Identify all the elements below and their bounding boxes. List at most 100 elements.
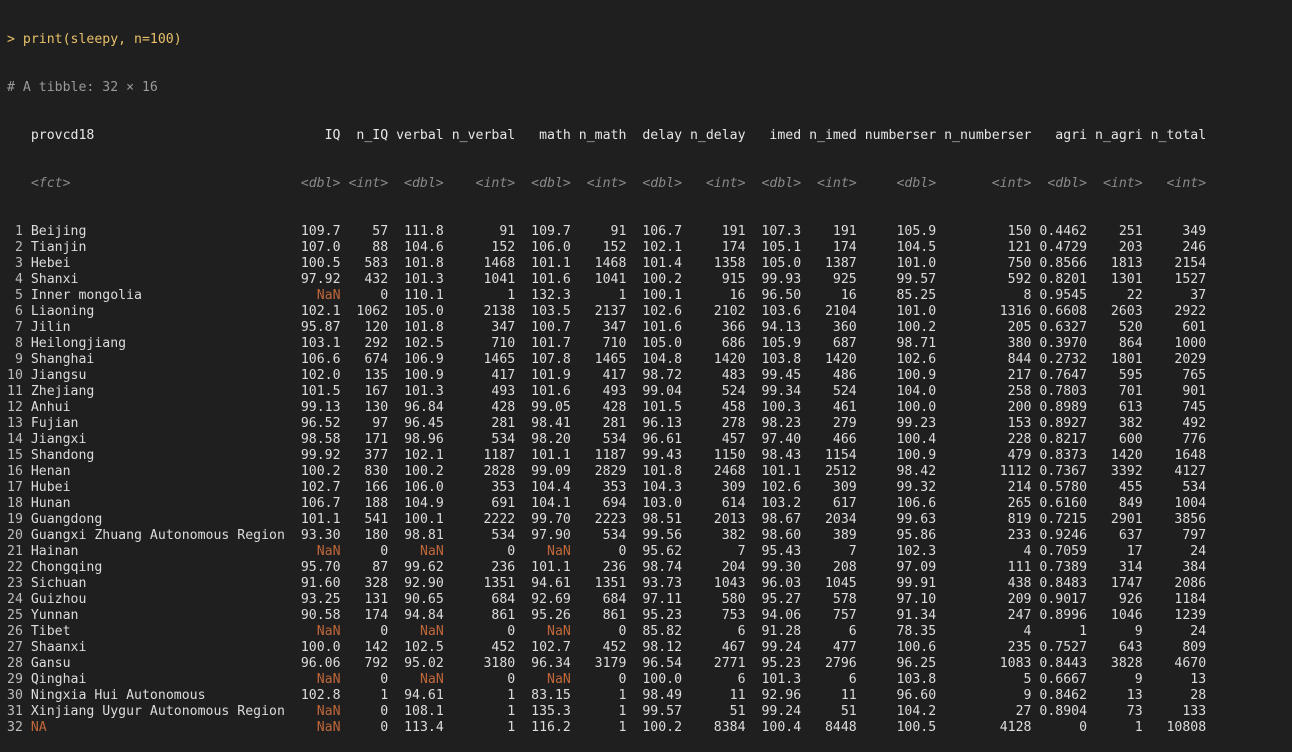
table-cell: 0.6608 (1039, 304, 1088, 319)
table-cell: 102.5 (396, 336, 444, 351)
table-cell: 99.56 (634, 528, 683, 543)
column-header: numberser (864, 128, 937, 143)
table-cell: 309 (689, 480, 746, 495)
table-cell: 96.06 (292, 656, 341, 671)
nan-cell: NaN (292, 720, 341, 735)
r-console-output[interactable]: > print(sleepy, n=100) # A tibble: 32 × … (0, 0, 1292, 752)
table-cell: 204 (689, 560, 746, 575)
table-row: 31 Xinjiang Uygur Autonomous Region NaN … (7, 704, 1292, 720)
table-cell: 100.9 (864, 448, 937, 463)
table-cell: 99.57 (864, 272, 937, 287)
table-cell: 107.0 (292, 240, 341, 255)
table-cell: 578 (809, 592, 857, 607)
table-cell: 0.5780 (1039, 480, 1088, 495)
table-cell: 0 (578, 672, 627, 687)
table-cell: 99.45 (753, 368, 802, 383)
table-cell: 2468 (689, 464, 746, 479)
table-cell: Heilongjiang (30, 336, 285, 351)
column-type: <int> (689, 176, 746, 191)
table-cell: 452 (451, 640, 516, 655)
table-cell: 1187 (578, 448, 627, 463)
table-row: 14 Jiangxi 98.58 171 98.96 534 98.20 534… (7, 432, 1292, 448)
table-cell: 1387 (809, 256, 857, 271)
table-cell: 101.0 (864, 304, 937, 319)
table-cell: 102.1 (634, 240, 683, 255)
table-cell: 96.50 (753, 288, 802, 303)
table-cell: 99.30 (753, 560, 802, 575)
nan-cell: NaN (523, 672, 571, 687)
table-cell: 100.0 (864, 400, 937, 415)
table-row: 16 Henan 100.2 830 100.2 2828 99.09 2829… (7, 464, 1292, 480)
table-cell: 844 (944, 352, 1032, 367)
row-number: 26 (7, 624, 23, 639)
table-cell: 13 (1150, 672, 1207, 687)
table-cell: Hainan (30, 544, 285, 559)
table-cell: 428 (451, 400, 516, 415)
table-cell: 200 (944, 400, 1032, 415)
table-cell: 153 (944, 416, 1032, 431)
table-cell: 0 (348, 704, 389, 719)
table-cell: 235 (944, 640, 1032, 655)
table-cell: 132.3 (523, 288, 571, 303)
nan-cell: NaN (396, 544, 444, 559)
row-number: 11 (7, 384, 23, 399)
table-row: 10 Jiangsu 102.0 135 100.9 417 101.9 417… (7, 368, 1292, 384)
table-cell: 1468 (451, 256, 516, 271)
table-cell: 710 (451, 336, 516, 351)
table-cell: 0.7647 (1039, 368, 1088, 383)
table-cell: 0 (578, 544, 627, 559)
table-cell: 753 (689, 608, 746, 623)
table-cell: 106.7 (634, 224, 683, 239)
table-cell: 483 (689, 368, 746, 383)
table-cell: 765 (1150, 368, 1207, 383)
table-cell: 2223 (578, 512, 627, 527)
row-number: 14 (7, 432, 23, 447)
table-cell: Guangdong (30, 512, 285, 527)
table-cell: 152 (578, 240, 627, 255)
table-cell: 102.6 (864, 352, 937, 367)
table-cell: 1046 (1095, 608, 1143, 623)
table-row: 20 Guangxi Zhuang Autonomous Region 93.3… (7, 528, 1292, 544)
table-row: 29 Qinghai NaN 0 NaN 0 NaN 0 100.0 6 101… (7, 672, 1292, 688)
table-cell: 776 (1150, 432, 1207, 447)
column-header: n_delay (689, 128, 746, 143)
table-cell: 0.7059 (1039, 544, 1088, 559)
table-cell: 3828 (1095, 656, 1143, 671)
row-number: 6 (7, 304, 23, 319)
table-cell: Fujian (30, 416, 285, 431)
nan-cell: NA (30, 720, 285, 735)
table-cell: 101.9 (523, 368, 571, 383)
row-number: 17 (7, 480, 23, 495)
table-cell: 1801 (1095, 352, 1143, 367)
table-cell: 101.5 (292, 384, 341, 399)
table-cell: 106.6 (292, 352, 341, 367)
table-cell: 1112 (944, 464, 1032, 479)
table-cell: 96.03 (753, 576, 802, 591)
table-cell: 104.0 (864, 384, 937, 399)
table-cell: 7 (689, 544, 746, 559)
table-cell: 95.02 (396, 656, 444, 671)
table-cell: 4127 (1150, 464, 1207, 479)
table-cell: 95.70 (292, 560, 341, 575)
table-cell: 600 (1095, 432, 1143, 447)
column-type: <int> (348, 176, 389, 191)
table-cell: 97.10 (864, 592, 937, 607)
table-cell: 109.7 (292, 224, 341, 239)
table-cell: 96.45 (396, 416, 444, 431)
table-cell: 455 (1095, 480, 1143, 495)
row-number: 2 (7, 240, 23, 255)
table-cell: 95.23 (634, 608, 683, 623)
table-cell: 99.05 (523, 400, 571, 415)
table-cell: 91.60 (292, 576, 341, 591)
table-cell: 349 (1150, 224, 1207, 239)
table-cell: 209 (944, 592, 1032, 607)
table-cell: 674 (348, 352, 389, 367)
table-cell: 83.15 (523, 688, 571, 703)
table-row: 9 Shanghai 106.6 674 106.9 1465 107.8 14… (7, 352, 1292, 368)
table-cell: 214 (944, 480, 1032, 495)
table-cell: 2086 (1150, 576, 1207, 591)
table-cell: 95.23 (753, 656, 802, 671)
table-cell: 95.26 (523, 608, 571, 623)
table-cell: 102.1 (396, 448, 444, 463)
table-cell: 103.2 (753, 496, 802, 511)
